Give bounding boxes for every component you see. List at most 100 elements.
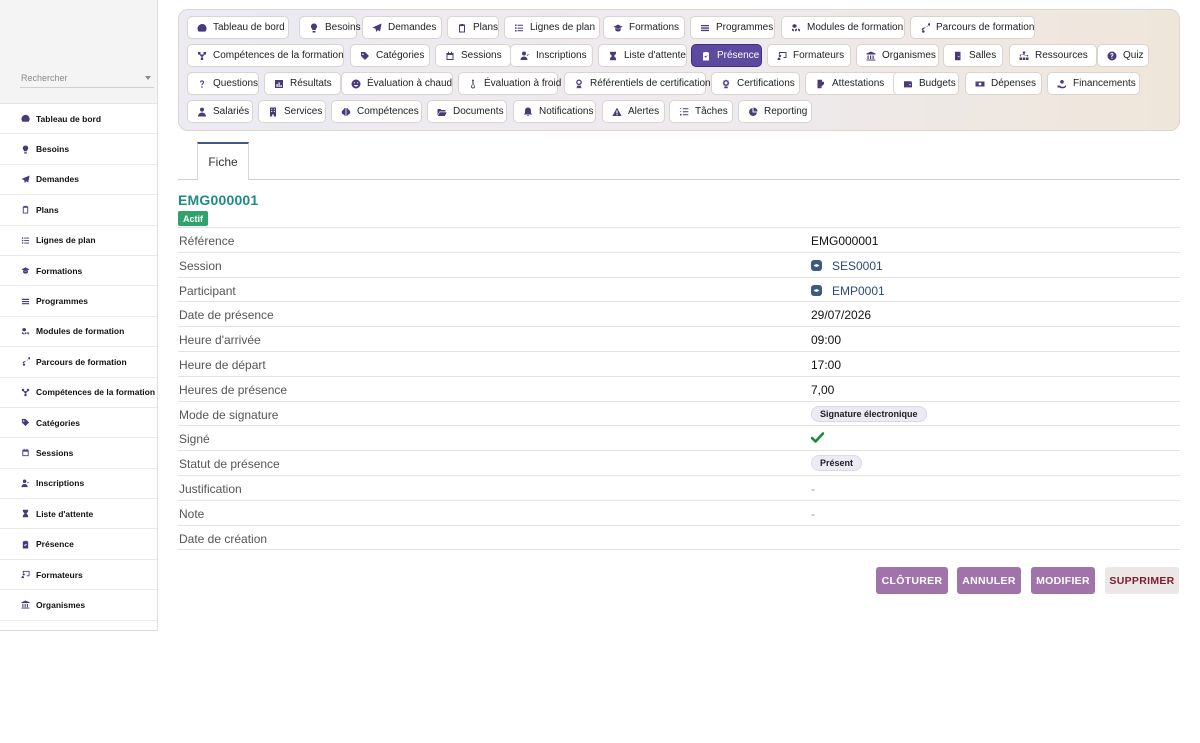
sidebar-item-list[interactable]: Lignes de plan — [0, 225, 157, 256]
module-chip-nodes[interactable]: Compétences de la formation — [187, 44, 344, 67]
lightbulb-icon — [309, 22, 319, 33]
module-chip-route[interactable]: Parcours de formation — [910, 16, 1035, 39]
sidebar-item-calendar[interactable]: Sessions — [0, 438, 157, 469]
participant-link[interactable]: EMP0001 — [832, 284, 885, 298]
thermometer-icon — [468, 78, 478, 89]
sidebar-item-user-check[interactable]: Inscriptions — [0, 468, 157, 500]
module-chip-hand-holding[interactable]: Financements — [1047, 72, 1140, 95]
module-chip-building[interactable]: Services — [258, 100, 326, 123]
module-chip-chalkboard-user[interactable]: Formateurs — [767, 44, 851, 67]
tags-icon — [20, 418, 30, 428]
sidebar-item-cubes[interactable]: Modules de formation — [0, 316, 157, 348]
sidebar-item-building-columns[interactable]: Organismes — [0, 590, 157, 621]
route-icon — [20, 357, 30, 367]
chevron-down-icon[interactable] — [145, 76, 151, 80]
sidebar-item-dashboard[interactable]: Tableau de bord — [0, 104, 157, 135]
sidebar-search-input[interactable] — [20, 68, 154, 88]
module-chip-building-columns[interactable]: Organismes — [856, 44, 939, 67]
delete-button[interactable]: SUPPRIMER — [1105, 567, 1179, 594]
module-chip-list[interactable]: Lignes de plan — [504, 16, 600, 39]
module-chip-poll[interactable]: Résultats — [264, 72, 341, 95]
field-value-session: SES0001 — [811, 259, 883, 273]
module-chip-label: Catégories — [376, 50, 425, 61]
sidebar-item-bars[interactable]: Programmes — [0, 286, 157, 317]
module-chip-brain[interactable]: Compétences — [331, 100, 422, 123]
sidebar-item-tags[interactable]: Catégories — [0, 407, 157, 439]
field-row-session: Session SES0001 — [178, 253, 1180, 278]
module-chip-paper-plane[interactable]: Demandes — [362, 16, 442, 39]
sidebar-item-nodes[interactable]: Compétences de la formation — [0, 377, 157, 408]
module-chip-lightbulb[interactable]: Besoins — [299, 16, 361, 39]
edit-button[interactable]: MODIFIER — [1031, 567, 1095, 594]
session-link[interactable]: SES0001 — [832, 259, 883, 273]
field-value-arrival: 09:00 — [811, 333, 842, 348]
module-chip-smile[interactable]: Évaluation à chaud — [341, 72, 453, 95]
sitemap-icon — [1019, 50, 1029, 61]
cubes-icon — [791, 22, 801, 33]
module-chip-calendar[interactable]: Sessions — [435, 44, 511, 67]
module-chip-file-signature[interactable]: Attestations — [805, 72, 899, 95]
sidebar-item-label: Plans — [36, 204, 59, 215]
module-chip-user-check[interactable]: Inscriptions — [510, 44, 593, 67]
module-chip-thermometer[interactable]: Évaluation à froid — [458, 72, 561, 95]
module-chip-dashboard[interactable]: Tableau de bord — [187, 16, 289, 39]
sidebar-item-label: Lignes de plan — [36, 235, 96, 246]
sidebar-item-clipboard-check[interactable]: Présence — [0, 529, 157, 560]
external-link-icon[interactable] — [811, 285, 822, 297]
module-chip-label: Ressources — [1035, 50, 1088, 61]
module-chip-bell[interactable]: Notifications — [513, 100, 596, 123]
module-chip-label: Formations — [629, 22, 680, 33]
sidebar-item-chalkboard-user[interactable]: Formateurs — [0, 559, 157, 591]
building-icon — [268, 106, 278, 117]
module-chip-tasks[interactable]: Tâches — [669, 100, 733, 123]
file-signature-icon — [815, 78, 826, 89]
cancel-button[interactable]: ANNULER — [957, 567, 1021, 594]
hourglass-icon — [608, 50, 618, 61]
module-chip-tags[interactable]: Catégories — [350, 44, 430, 67]
module-chip-label: Présence — [717, 50, 760, 61]
certificate-icon — [721, 78, 731, 89]
module-chip-wallet[interactable]: Budgets — [893, 72, 959, 95]
user-check-icon — [520, 50, 530, 61]
module-chip-folder-open[interactable]: Documents — [427, 100, 507, 123]
sidebar-item-label: Formateurs — [36, 569, 83, 580]
sidebar-item-hourglass[interactable]: Liste d'attente — [0, 499, 157, 530]
external-link-icon[interactable] — [811, 260, 822, 272]
sidebar-item-paper-plane[interactable]: Demandes — [0, 164, 157, 196]
module-chip-label: Demandes — [388, 22, 437, 33]
module-chip-bars[interactable]: Programmes — [690, 16, 775, 39]
sidebar-item-route[interactable]: Parcours de formation — [0, 347, 157, 378]
sidebar-item-graduation-cap[interactable]: Formations — [0, 255, 157, 287]
module-chip-label: Liste d'attente — [624, 50, 686, 61]
list-icon — [20, 235, 30, 245]
user-icon — [197, 106, 207, 117]
module-chip-label: Modules de formation — [807, 22, 904, 33]
module-chip-award[interactable]: Référentiels de certification — [564, 72, 711, 95]
module-chip-graduation-cap[interactable]: Formations — [603, 16, 685, 39]
module-chip-door[interactable]: Salles — [943, 44, 1003, 67]
module-chip-label: Parcours de formation — [936, 22, 1035, 33]
module-chip-warning[interactable]: Alertes — [602, 100, 665, 123]
module-chip-chart-pie[interactable]: Reporting — [738, 100, 812, 123]
module-chip-sitemap[interactable]: Ressources — [1009, 44, 1097, 67]
close-button[interactable]: CLÔTURER — [876, 567, 948, 594]
module-chip-clipboard-check[interactable]: Présence — [691, 44, 762, 67]
module-chip-clipboard[interactable]: Plans — [447, 16, 499, 39]
module-chip-question[interactable]: Questions — [187, 72, 259, 95]
question-circle-icon — [1107, 50, 1117, 61]
paper-plane-icon — [20, 174, 30, 184]
tab-fiche[interactable]: Fiche — [197, 142, 249, 180]
module-chip-certificate[interactable]: Certifications — [711, 72, 800, 95]
module-chip-hourglass[interactable]: Liste d'attente — [598, 44, 687, 67]
module-chip-cubes[interactable]: Modules de formation — [781, 16, 905, 39]
sidebar-item-lightbulb[interactable]: Besoins — [0, 134, 157, 165]
module-chip-user[interactable]: Salariés — [187, 100, 253, 123]
clipboard-check-icon — [701, 50, 711, 61]
sidebar-item-door[interactable]: Salles — [0, 620, 157, 630]
sidebar-item-clipboard[interactable]: Plans — [0, 195, 157, 226]
hand-holding-icon — [1057, 78, 1067, 89]
module-chip-question-circle[interactable]: Quiz — [1097, 44, 1149, 67]
module-chip-label: Dépenses — [991, 78, 1037, 89]
sidebar-item-label: Présence — [36, 539, 74, 550]
module-chip-money-bill[interactable]: Dépenses — [965, 72, 1042, 95]
